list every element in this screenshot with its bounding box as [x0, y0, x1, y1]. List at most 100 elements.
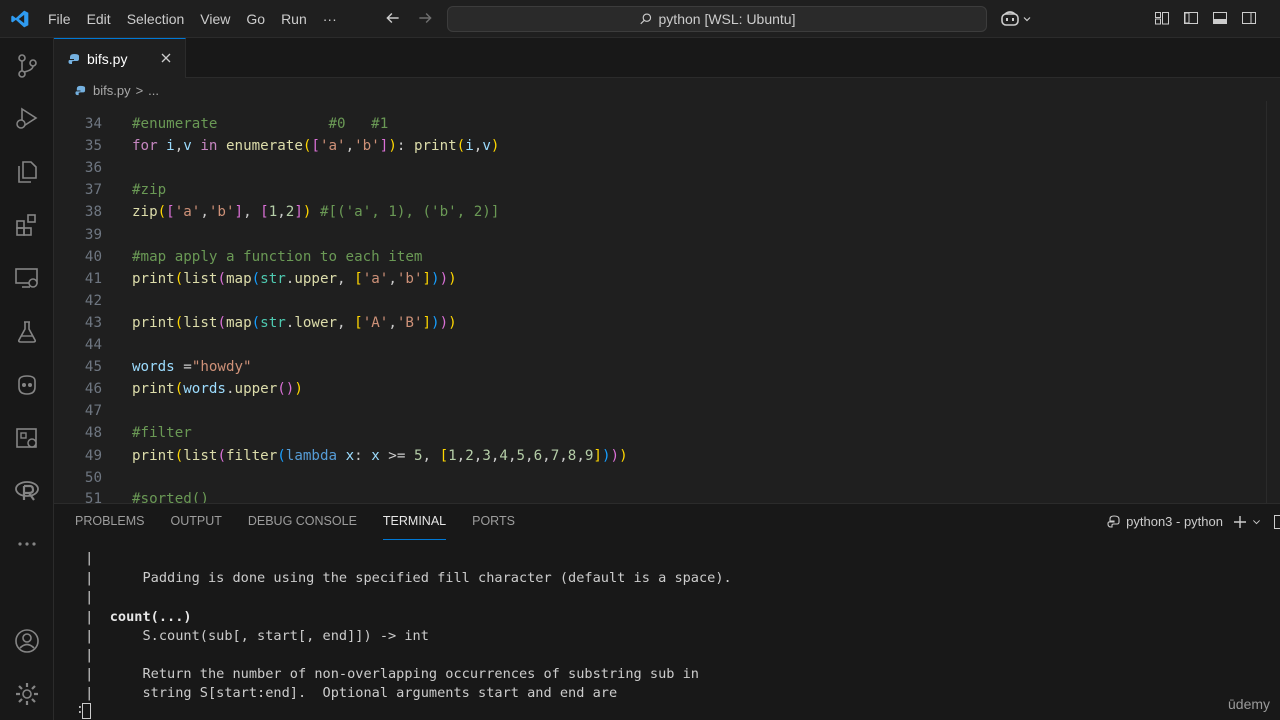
terminal-controls: python3 - python	[1107, 514, 1280, 529]
menu-bar: File Edit Selection View Go Run ···	[48, 0, 353, 38]
toggle-panel-icon[interactable]	[1212, 10, 1228, 26]
panel-tabs: PROBLEMS OUTPUT DEBUG CONSOLE TERMINAL P…	[75, 514, 541, 540]
line-number: 35	[84, 138, 102, 155]
toggle-primary-sidebar-icon[interactable]	[1183, 10, 1199, 26]
source-control-icon[interactable]	[13, 52, 41, 80]
breadcrumb-more[interactable]: ...	[148, 83, 159, 98]
explorer-icon[interactable]	[13, 158, 41, 186]
terminal-line: | Padding is done using the specified fi…	[77, 569, 732, 586]
terminal-icon	[1107, 514, 1120, 528]
line-number: 49	[84, 447, 102, 464]
terminal-line: | S.count(sub[, start[, end]]) -> int	[77, 628, 429, 644]
tab-terminal[interactable]: TERMINAL	[382, 514, 447, 540]
forward-arrow-icon[interactable]	[416, 9, 434, 27]
toggle-secondary-sidebar-icon[interactable]	[1241, 10, 1257, 26]
menu-file[interactable]: File	[48, 11, 80, 27]
line-number: 39	[84, 226, 102, 243]
line-number: 45	[84, 359, 102, 376]
menu-run[interactable]: Run	[281, 11, 316, 27]
python-file-icon	[75, 85, 86, 95]
tab-label: bifs.py	[87, 50, 128, 67]
split-terminal-icon[interactable]	[1274, 514, 1280, 529]
chevron-down-icon[interactable]	[1251, 515, 1262, 529]
command-center-search[interactable]: python [WSL: Ubuntu]	[447, 6, 987, 32]
breadcrumb: bifs.py > ...	[54, 79, 1280, 101]
line-number: 42	[84, 292, 102, 309]
line-code: #filter	[132, 425, 192, 442]
menu-more[interactable]: ···	[323, 11, 346, 27]
terminal-line: |	[77, 550, 94, 566]
editor-tab-bar: bifs.py	[54, 38, 1280, 78]
line-number: 38	[84, 204, 102, 221]
copilot-chat-icon[interactable]	[13, 371, 41, 399]
tab-ports[interactable]: PORTS	[472, 514, 515, 540]
testing-flask-icon[interactable]	[13, 318, 41, 346]
breadcrumb-file[interactable]: bifs.py	[93, 83, 131, 98]
line-code: #enumerate #0 #1	[132, 116, 389, 132]
line-number: 41	[84, 270, 102, 287]
terminal-line: |	[77, 589, 94, 605]
new-terminal-plus-icon[interactable]	[1233, 515, 1247, 529]
terminal-line: |	[77, 647, 94, 663]
close-icon[interactable]	[159, 51, 173, 65]
line-code: print(list(map(str.lower, ['A','B'])))	[132, 314, 457, 331]
line-code: #sorted()	[132, 490, 209, 503]
account-icon[interactable]	[13, 627, 41, 655]
terminal-name[interactable]: python3 - python	[1126, 514, 1223, 529]
line-number: 48	[84, 425, 102, 442]
line-code: #map apply a function to each item	[132, 248, 423, 265]
line-code: for i,v in enumerate(['a','b']): print(i…	[132, 138, 500, 155]
line-code: print(list(filter(lambda x: x >= 5, [1,2…	[132, 447, 628, 464]
r-language-icon[interactable]	[13, 477, 41, 505]
terminal-output[interactable]: | | Padding is done using the specified …	[54, 549, 1280, 720]
back-arrow-icon[interactable]	[384, 9, 402, 27]
line-number: 46	[84, 381, 102, 398]
tab-problems[interactable]: PROBLEMS	[75, 514, 144, 540]
line-number: 51	[84, 490, 102, 503]
layout-controls	[1154, 10, 1257, 26]
bottom-panel: PROBLEMS OUTPUT DEBUG CONSOLE TERMINAL P…	[54, 503, 1280, 720]
line-code: #zip	[132, 182, 167, 199]
tab-output[interactable]: OUTPUT	[170, 514, 221, 540]
line-number: 40	[84, 248, 102, 265]
chevron-down-icon	[1023, 17, 1031, 22]
remote-explorer-icon[interactable]	[13, 264, 41, 292]
breadcrumb-separator: >	[135, 82, 144, 98]
run-debug-icon[interactable]	[13, 104, 41, 132]
editor-scrollbar[interactable]	[1266, 101, 1280, 503]
line-code: zip(['a','b'], [1,2]) #[('a', 1), ('b', …	[132, 204, 500, 221]
line-code: print(words.upper())	[132, 381, 303, 398]
line-number: 36	[84, 160, 102, 177]
line-number: 43	[84, 314, 102, 331]
search-icon	[639, 13, 651, 25]
more-views-icon[interactable]	[13, 530, 41, 558]
udemy-watermark: ūdemy	[1228, 696, 1271, 712]
terminal-line: | Return the number of non-overlapping o…	[77, 666, 699, 682]
search-label: python [WSL: Ubuntu]	[658, 11, 796, 27]
customize-layout-icon[interactable]	[1154, 10, 1170, 26]
line-number: 47	[84, 403, 102, 420]
vscode-logo-icon	[10, 9, 30, 29]
line-code: print(list(map(str.upper, ['a','b'])))	[132, 270, 457, 287]
line-code: words ="howdy"	[132, 359, 252, 376]
menu-edit[interactable]: Edit	[87, 11, 120, 27]
terminal-line: | count(...)	[77, 608, 192, 625]
settings-gear-icon[interactable]	[13, 680, 41, 708]
line-number: 44	[84, 337, 102, 353]
code-editor[interactable]: 34 #enumerate #0 #1 35 for i,v in enumerate…	[54, 101, 1280, 503]
nav-arrows	[384, 9, 434, 27]
tab-bifs-py[interactable]: bifs.py	[54, 38, 186, 78]
python-file-icon	[68, 53, 79, 64]
tab-debug-console[interactable]: DEBUG CONSOLE	[248, 514, 357, 540]
line-number: 50	[84, 469, 102, 486]
extensions-icon[interactable]	[13, 211, 41, 239]
menu-go[interactable]: Go	[246, 11, 274, 27]
container-icon[interactable]	[13, 424, 41, 452]
title-bar: File Edit Selection View Go Run ··· pyth…	[0, 0, 1280, 38]
copilot-menu[interactable]	[1000, 10, 1032, 28]
activity-bar	[0, 38, 54, 720]
menu-selection[interactable]: Selection	[127, 11, 194, 27]
copilot-icon	[1001, 11, 1019, 26]
terminal-line: | string S[start:end]. Optional argument…	[77, 685, 618, 701]
menu-view[interactable]: View	[200, 11, 239, 27]
